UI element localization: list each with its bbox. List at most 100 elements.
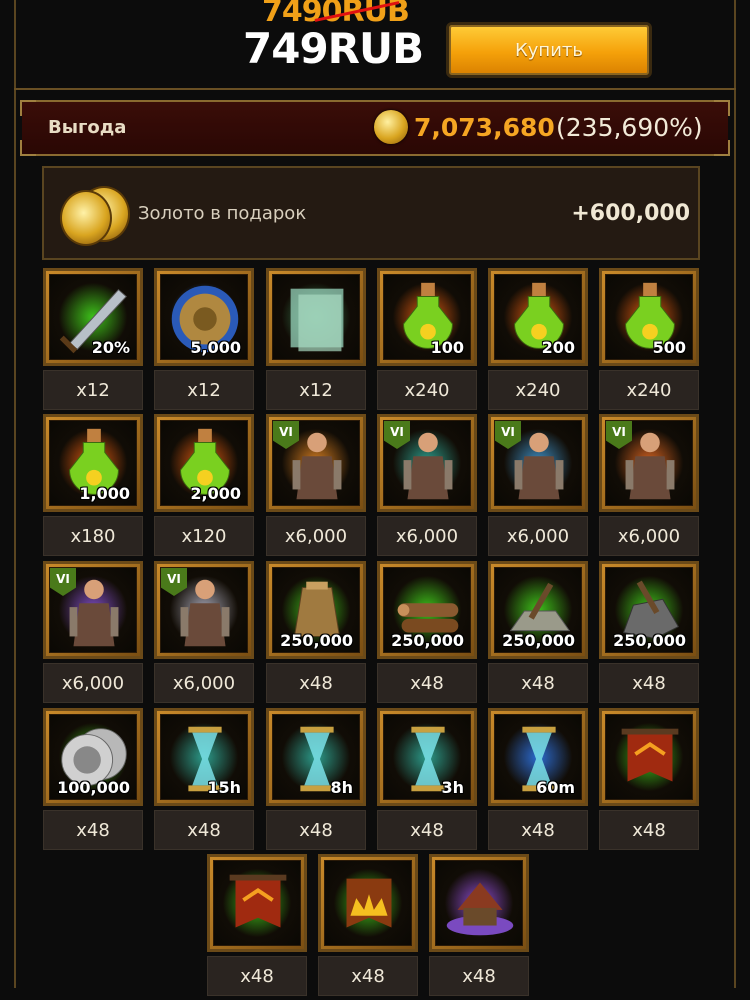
item-count: x48 <box>377 810 477 850</box>
reward-tile[interactable]: 500 <box>599 268 699 366</box>
reward-tile[interactable]: 250,000 <box>377 561 477 659</box>
item-count: x48 <box>488 663 588 703</box>
hero-icon: VI <box>494 420 582 506</box>
reward-item[interactable]: 500 x240 <box>599 268 699 414</box>
reward-item[interactable]: 250,000 x48 <box>266 561 366 707</box>
hero-icon: VI <box>49 567 137 653</box>
reward-tile[interactable]: VI <box>488 414 588 512</box>
item-count: x48 <box>266 663 366 703</box>
hero-icon: VI <box>383 420 471 506</box>
reward-tile[interactable]: 5,000 <box>154 268 254 366</box>
reward-item[interactable]: 2,000 x120 <box>154 414 254 560</box>
coin-icon: 5,000 <box>160 274 248 360</box>
reward-tile[interactable]: VI <box>377 414 477 512</box>
reward-tile[interactable] <box>429 854 529 952</box>
reward-item[interactable]: VI x6,000 <box>599 414 699 560</box>
item-amount-badge: 60m <box>536 778 575 797</box>
item-amount-badge: 500 <box>652 338 686 357</box>
reward-tile[interactable]: 250,000 <box>266 561 366 659</box>
banner-icon <box>213 860 301 946</box>
reward-tile[interactable] <box>266 268 366 366</box>
reward-item[interactable]: 15h x48 <box>154 708 254 854</box>
reward-item[interactable]: 8h x48 <box>266 708 366 854</box>
iron-ore-icon: 250,000 <box>605 567 693 653</box>
banner-icon <box>605 714 693 800</box>
house-icon <box>435 860 523 946</box>
item-amount-badge: 250,000 <box>280 631 353 650</box>
item-amount-badge: 2,000 <box>190 484 241 503</box>
reward-item[interactable]: VI x6,000 <box>266 414 366 560</box>
reward-item[interactable]: x48 <box>429 854 529 1000</box>
hero-icon: VI <box>605 420 693 506</box>
item-count: x120 <box>154 516 254 556</box>
item-amount-badge: 100,000 <box>57 778 130 797</box>
item-count: x48 <box>599 663 699 703</box>
item-amount-badge: 8h <box>330 778 353 797</box>
reward-tile[interactable]: VI <box>599 414 699 512</box>
reward-tile[interactable] <box>207 854 307 952</box>
item-amount-badge: 100 <box>430 338 464 357</box>
reward-item[interactable]: 1,000 x180 <box>43 414 143 560</box>
reward-item[interactable]: 3h x48 <box>377 708 477 854</box>
reward-item[interactable]: 200 x240 <box>488 268 588 414</box>
item-count: x48 <box>488 810 588 850</box>
item-count: x6,000 <box>266 516 366 556</box>
reward-item[interactable]: x48 <box>207 854 307 1000</box>
item-count: x48 <box>266 810 366 850</box>
reward-item[interactable]: VI x6,000 <box>43 561 143 707</box>
reward-item[interactable]: x12 <box>266 268 366 414</box>
reward-item[interactable]: VI x6,000 <box>488 414 588 560</box>
reward-tile[interactable]: 2,000 <box>154 414 254 512</box>
reward-tile[interactable]: 15h <box>154 708 254 806</box>
item-amount-badge: 200 <box>541 338 575 357</box>
reward-item[interactable]: 250,000 x48 <box>599 561 699 707</box>
reward-item[interactable]: VI x6,000 <box>377 414 477 560</box>
item-count: x12 <box>43 370 143 410</box>
reward-tile[interactable]: 8h <box>266 708 366 806</box>
reward-tile[interactable]: 250,000 <box>488 561 588 659</box>
item-count: x48 <box>43 810 143 850</box>
reward-tile[interactable]: 60m <box>488 708 588 806</box>
reward-tile[interactable]: 200 <box>488 268 588 366</box>
item-count: x6,000 <box>599 516 699 556</box>
reward-tile[interactable] <box>599 708 699 806</box>
reward-item[interactable]: 100,000 x48 <box>43 708 143 854</box>
reward-tile[interactable]: 3h <box>377 708 477 806</box>
reward-item[interactable]: 60m x48 <box>488 708 588 854</box>
reward-tile[interactable]: 100,000 <box>43 708 143 806</box>
reward-item[interactable]: x48 <box>318 854 418 1000</box>
reward-item[interactable]: 20% x12 <box>43 268 143 414</box>
item-count: x12 <box>266 370 366 410</box>
item-count: x240 <box>599 370 699 410</box>
item-count: x48 <box>318 956 418 996</box>
reward-tile[interactable]: 20% <box>43 268 143 366</box>
hourglass-icon: 8h <box>272 714 360 800</box>
item-amount-badge: 20% <box>91 338 130 357</box>
reward-item[interactable]: 100 x240 <box>377 268 477 414</box>
item-count: x6,000 <box>377 516 477 556</box>
wood-logs-icon: 250,000 <box>383 567 471 653</box>
hourglass-icon: 60m <box>494 714 582 800</box>
reward-tile[interactable]: VI <box>266 414 366 512</box>
sword-icon: 20% <box>49 274 137 360</box>
hero-icon: VI <box>160 567 248 653</box>
reward-tile[interactable]: 250,000 <box>599 561 699 659</box>
food-sack-icon: 250,000 <box>272 567 360 653</box>
item-count: x6,000 <box>154 663 254 703</box>
reward-item[interactable]: 250,000 x48 <box>488 561 588 707</box>
reward-tile[interactable]: VI <box>43 561 143 659</box>
item-count: x48 <box>154 810 254 850</box>
reward-item[interactable]: 250,000 x48 <box>377 561 477 707</box>
reward-tile[interactable]: 1,000 <box>43 414 143 512</box>
reward-item[interactable]: 5,000 x12 <box>154 268 254 414</box>
reward-tile[interactable]: 100 <box>377 268 477 366</box>
item-amount-badge: 3h <box>441 778 464 797</box>
reward-grid: 20% x12 5,000 x12 x12 100 x240 200 x240 500 x240 1,… <box>0 0 750 996</box>
reward-item[interactable]: x48 <box>599 708 699 854</box>
reward-tile[interactable]: VI <box>154 561 254 659</box>
reward-item[interactable]: VI x6,000 <box>154 561 254 707</box>
item-amount-badge: 250,000 <box>391 631 464 650</box>
potion-icon: 200 <box>494 274 582 360</box>
reward-tile[interactable] <box>318 854 418 952</box>
item-count: x240 <box>488 370 588 410</box>
